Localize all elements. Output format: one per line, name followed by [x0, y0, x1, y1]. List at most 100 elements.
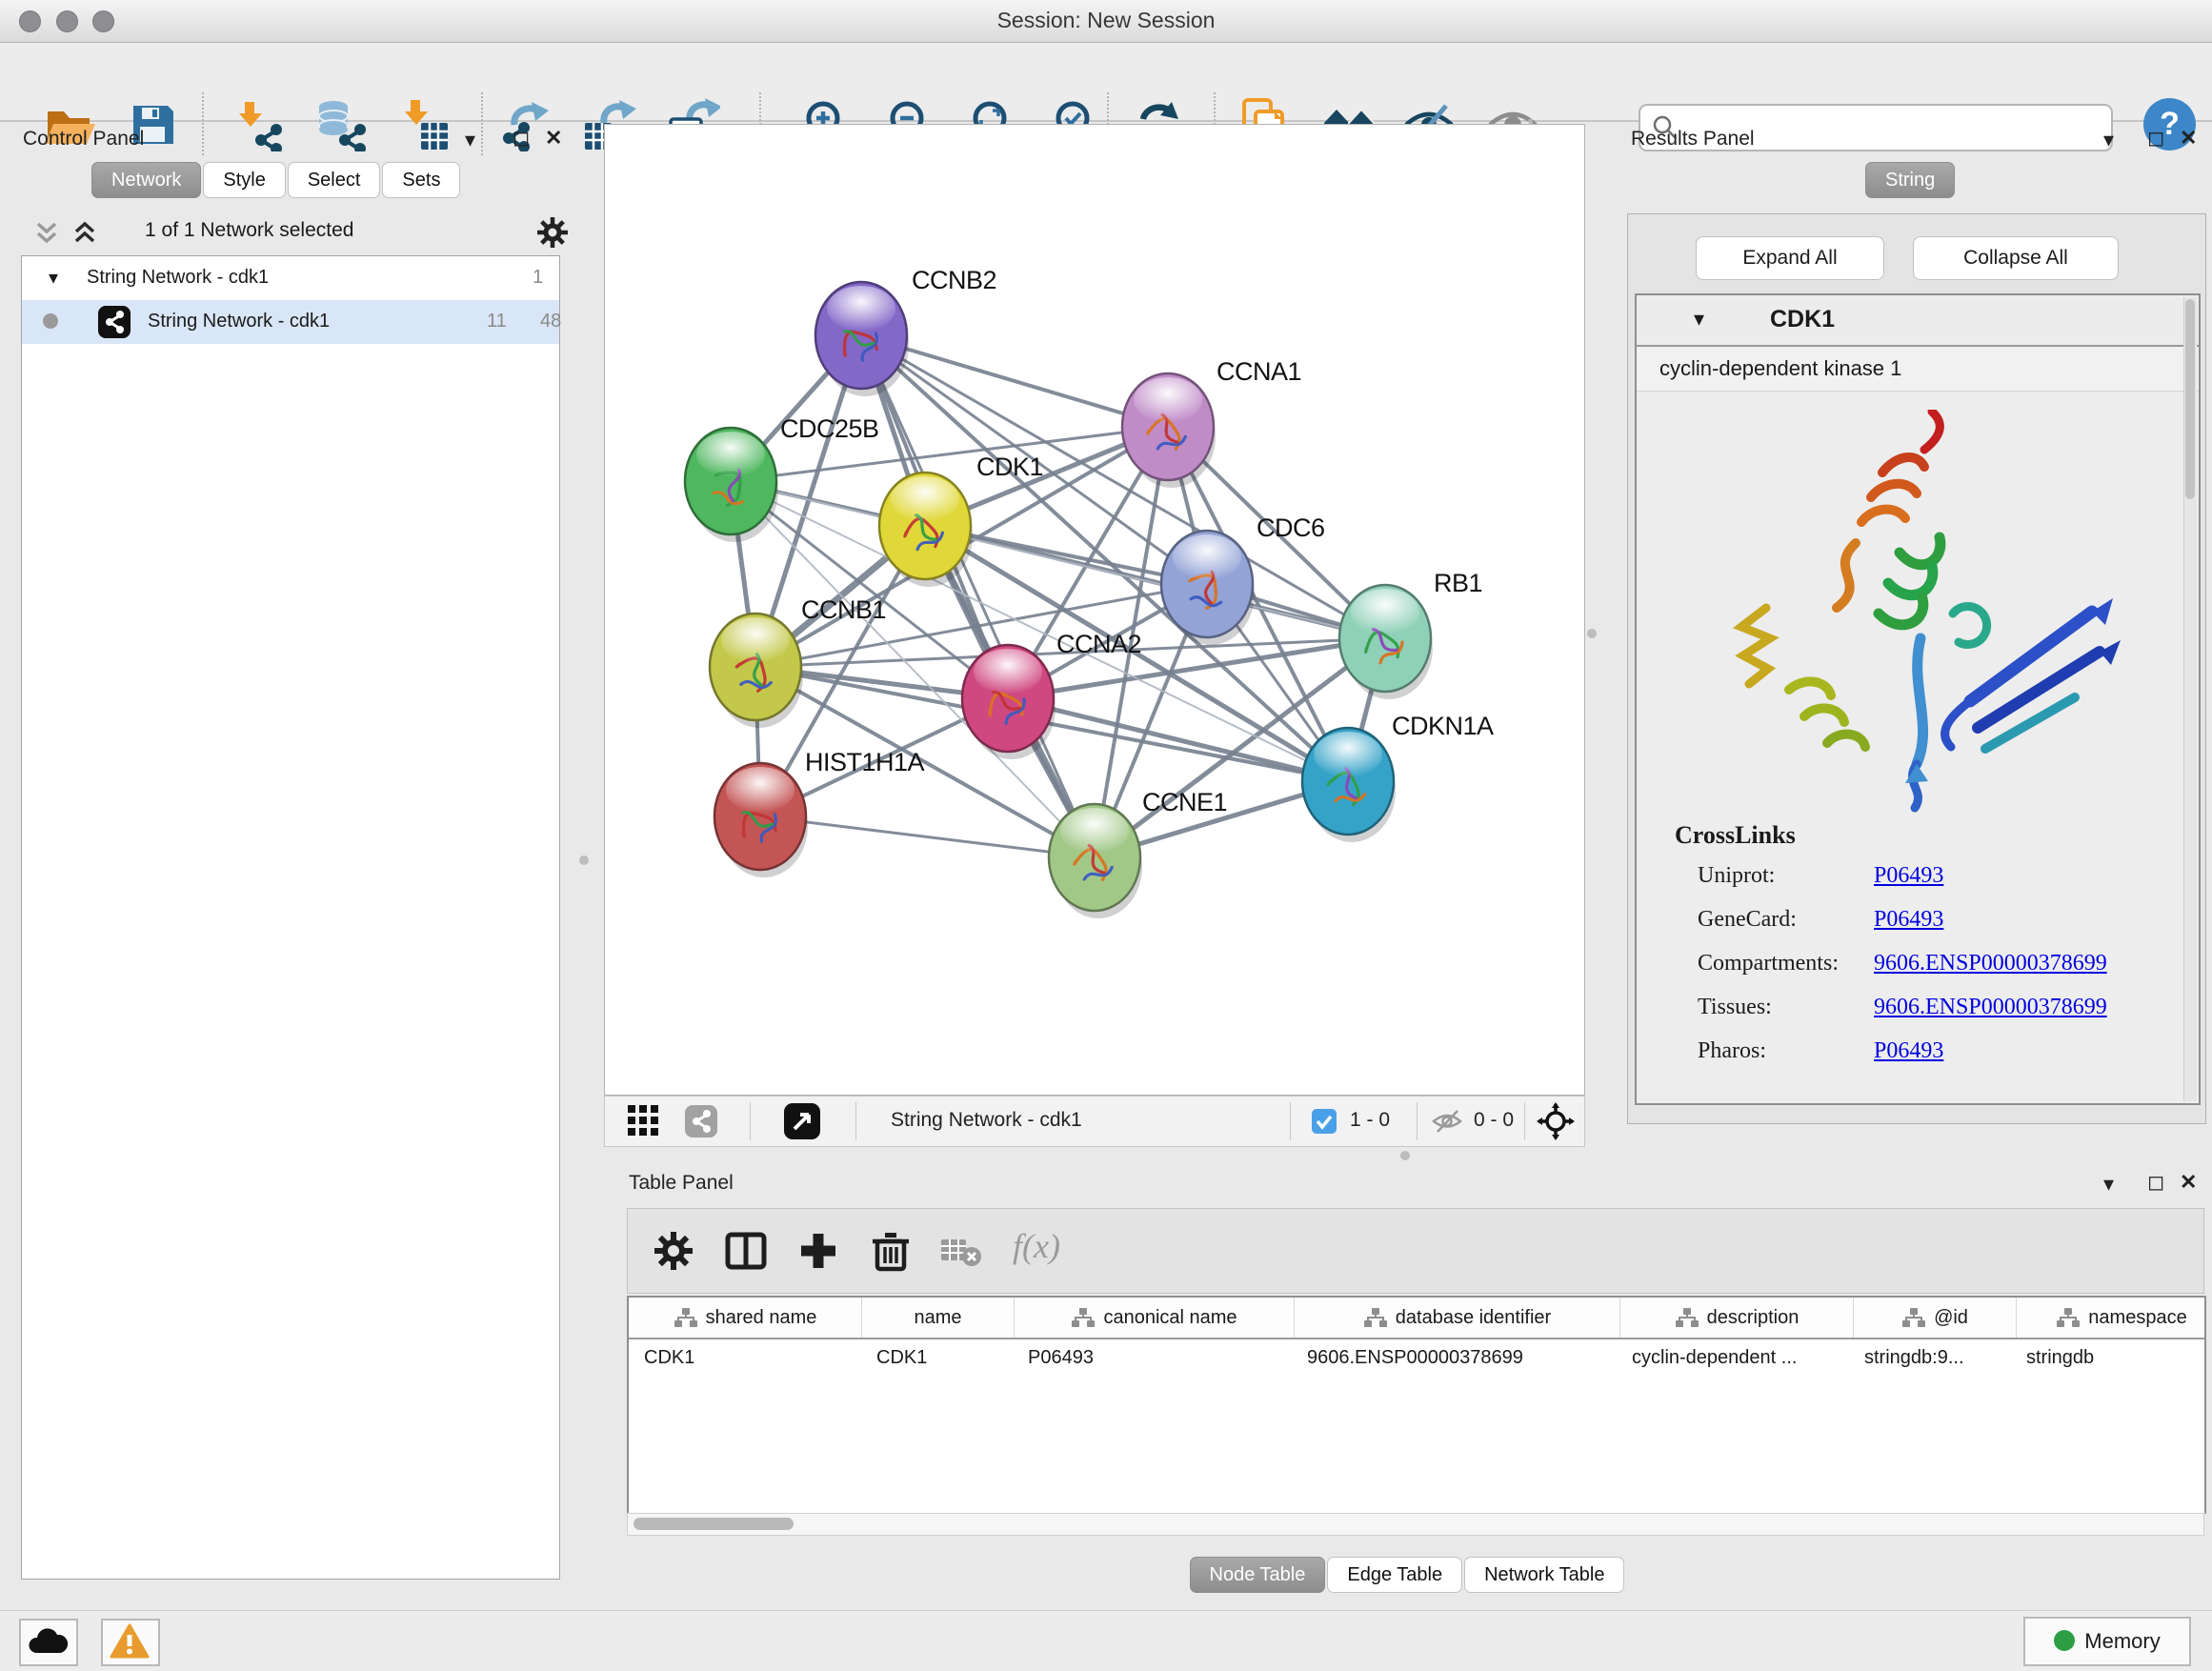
- network-canvas[interactable]: CCNB2CCNA1CDC25BCDK1CDC6RB1CCNB1CCNA2CDK…: [604, 124, 1585, 1096]
- gene-card: ▾ CDK1 cyclin-dependent kinase 1: [1635, 293, 2201, 1105]
- control-panel-float-icon[interactable]: ◻: [513, 126, 530, 151]
- table-panel-title: Table Panel: [629, 1172, 734, 1195]
- crosslink-label: Tissues:: [1698, 995, 1874, 1020]
- network-node[interactable]: CDK1: [879, 453, 1043, 587]
- tab-network-table[interactable]: Network Table: [1464, 1557, 1624, 1593]
- network-node[interactable]: HIST1H1A: [714, 748, 925, 877]
- gene-expander-icon[interactable]: ▾: [1694, 307, 1704, 332]
- network-collection-row[interactable]: ▾ String Network - cdk1 1: [22, 256, 559, 300]
- table-hscrollbar[interactable]: [627, 1513, 2204, 1536]
- crosslink-link[interactable]: P06493: [1874, 907, 1943, 932]
- selected-count: 1 - 0: [1350, 1109, 1390, 1132]
- expand-all-button[interactable]: Expand All: [1696, 236, 1884, 280]
- crosslink-row: Uniprot:P06493: [1698, 863, 2174, 907]
- table-cell[interactable]: CDK1: [629, 1339, 861, 1378]
- expand-all-icon[interactable]: [70, 221, 99, 246]
- crosslinks-list: Uniprot:P06493GeneCard:P06493Compartment…: [1698, 863, 2174, 1082]
- tab-select[interactable]: Select: [288, 162, 381, 198]
- crosslink-link[interactable]: 9606.ENSP00000378699: [1874, 951, 2107, 976]
- network-edge[interactable]: [760, 816, 1095, 857]
- network-node[interactable]: CCNE1: [1049, 788, 1227, 918]
- column-header[interactable]: shared name: [629, 1298, 862, 1338]
- delete-column-icon[interactable]: [868, 1228, 914, 1274]
- results-panel-collapse-icon[interactable]: ▾: [2103, 128, 2114, 152]
- view-share-icon[interactable]: [685, 1105, 717, 1137]
- control-panel-tabs: NetworkStyleSelectSets: [91, 162, 462, 198]
- column-header[interactable]: canonical name: [1015, 1298, 1295, 1338]
- view-grid-icon[interactable]: [628, 1105, 660, 1137]
- tab-network[interactable]: Network: [91, 162, 201, 198]
- column-header[interactable]: database identifier: [1295, 1298, 1620, 1338]
- table-cell[interactable]: CDK1: [861, 1339, 1013, 1378]
- tab-node-table[interactable]: Node Table: [1190, 1557, 1326, 1593]
- delete-table-icon[interactable]: [940, 1236, 982, 1268]
- selected-checkbox-icon[interactable]: [1312, 1109, 1337, 1134]
- column-header[interactable]: namespace: [2017, 1298, 2206, 1338]
- import-table-file-icon[interactable]: [398, 98, 452, 151]
- gene-description: cyclin-dependent kinase 1: [1659, 356, 1901, 381]
- network-node[interactable]: RB1: [1339, 569, 1482, 699]
- collapse-all-button[interactable]: Collapse All: [1913, 236, 2119, 280]
- control-panel-close-icon[interactable]: ✕: [545, 126, 562, 151]
- crosslinks-title: CrossLinks: [1675, 821, 1796, 850]
- column-header[interactable]: name: [862, 1298, 1015, 1338]
- add-column-icon[interactable]: [795, 1228, 841, 1274]
- right-splitter-handle[interactable]: [1587, 629, 1597, 638]
- results-scrollbar[interactable]: [2183, 297, 2197, 1101]
- table-panel-close-icon[interactable]: ✕: [2180, 1170, 2197, 1195]
- network-node-count: 11: [487, 311, 507, 332]
- network-node[interactable]: CDKN1A: [1302, 712, 1494, 842]
- open-view-window-icon[interactable]: [784, 1103, 820, 1139]
- node-label: HIST1H1A: [805, 748, 925, 776]
- table-cell[interactable]: P06493: [1013, 1339, 1292, 1378]
- memory-button[interactable]: Memory: [2023, 1617, 2191, 1666]
- tab-edge-table[interactable]: Edge Table: [1327, 1557, 1462, 1593]
- node-label: CDC6: [1257, 513, 1325, 542]
- node-label: CCNB1: [801, 595, 886, 624]
- crosslink-row: Compartments:9606.ENSP00000378699: [1698, 951, 2174, 995]
- table-hscrollbar-thumb[interactable]: [633, 1518, 794, 1530]
- collection-expander-icon[interactable]: ▾: [49, 266, 58, 290]
- table-cell[interactable]: stringdb:9...: [1849, 1339, 2011, 1378]
- network-node[interactable]: CDC6: [1161, 513, 1325, 645]
- table-cell[interactable]: stringdb: [2011, 1339, 2206, 1378]
- column-header[interactable]: @id: [1854, 1298, 2017, 1338]
- bottom-splitter-handle[interactable]: [1400, 1151, 1410, 1160]
- table-cell[interactable]: 9606.ENSP00000378699: [1292, 1339, 1617, 1378]
- tab-sets[interactable]: Sets: [382, 162, 460, 198]
- fit-content-crosshair-icon[interactable]: [1537, 1102, 1575, 1140]
- import-network-file-icon[interactable]: [232, 98, 286, 151]
- collapse-all-icon[interactable]: [32, 221, 61, 246]
- warning-status-button[interactable]: [101, 1619, 160, 1666]
- crosslink-link[interactable]: P06493: [1874, 1038, 1943, 1063]
- gene-card-header[interactable]: ▾ CDK1: [1637, 295, 2199, 347]
- results-panel-float-icon[interactable]: ◻: [2147, 126, 2164, 151]
- cloud-status-button[interactable]: [19, 1619, 78, 1666]
- crosslink-link[interactable]: 9606.ENSP00000378699: [1874, 995, 2107, 1019]
- node-label: CCNA2: [1056, 630, 1141, 658]
- network-name: String Network - cdk1: [148, 311, 330, 332]
- tab-style[interactable]: Style: [203, 162, 285, 198]
- table-cell[interactable]: cyclin-dependent ...: [1617, 1339, 1849, 1378]
- toolbar-separator: [202, 92, 204, 155]
- network-edge[interactable]: [861, 335, 1095, 857]
- import-network-database-icon[interactable]: [314, 98, 368, 151]
- results-scrollbar-thumb[interactable]: [2185, 299, 2195, 499]
- network-options-gear-icon[interactable]: [535, 215, 570, 250]
- results-panel-close-icon[interactable]: ✕: [2180, 126, 2197, 151]
- tab-string[interactable]: String: [1865, 162, 1955, 198]
- table-panel-float-icon[interactable]: ◻: [2147, 1170, 2164, 1195]
- left-splitter-handle[interactable]: [579, 856, 589, 865]
- column-header[interactable]: description: [1620, 1298, 1854, 1338]
- table-panel-collapse-icon[interactable]: ▾: [2103, 1172, 2114, 1197]
- table-options-gear-icon[interactable]: [651, 1228, 696, 1274]
- node-label: CDKN1A: [1392, 712, 1494, 740]
- shared-column-icon: [674, 1307, 698, 1328]
- node-label: CCNB2: [912, 266, 996, 294]
- function-builder-icon[interactable]: f(x): [1013, 1226, 1060, 1266]
- crosslink-link[interactable]: P06493: [1874, 863, 1943, 888]
- cloud-icon: [27, 1626, 69, 1657]
- network-row-selected[interactable]: String Network - cdk1 11 48: [22, 300, 559, 344]
- control-panel-collapse-icon[interactable]: ▾: [465, 128, 475, 152]
- show-columns-icon[interactable]: [723, 1228, 769, 1274]
